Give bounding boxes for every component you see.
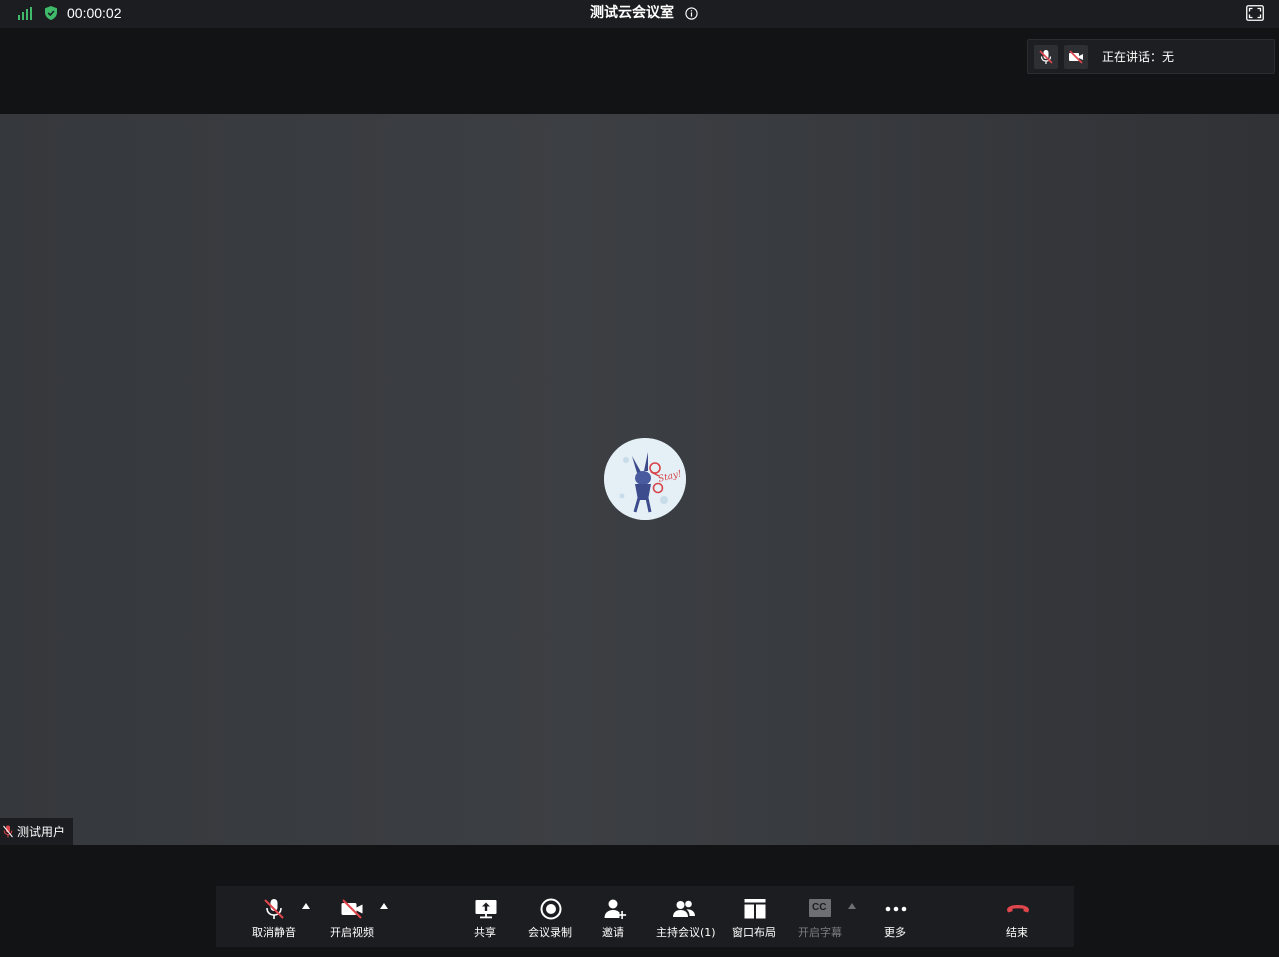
participant-name: 测试用户 bbox=[17, 825, 66, 839]
camera-off-icon bbox=[1069, 50, 1083, 64]
more-label: 更多 bbox=[884, 926, 906, 939]
fullscreen-icon[interactable] bbox=[1246, 5, 1264, 21]
captions-icon-text: CC bbox=[812, 902, 827, 913]
captions-label: 开启字幕 bbox=[798, 926, 842, 939]
panel-camera-button[interactable] bbox=[1064, 45, 1088, 69]
host-meeting-label: 主持会议(1) bbox=[656, 926, 716, 939]
speaking-label: 正在讲话： bbox=[1102, 50, 1163, 64]
start-video-button[interactable]: 开启视频 bbox=[330, 886, 390, 947]
window-layout-label: 窗口布局 bbox=[732, 926, 776, 939]
share-label: 共享 bbox=[474, 926, 496, 939]
record-button[interactable]: 会议录制 bbox=[528, 886, 574, 947]
invite-button[interactable]: 邀请 bbox=[602, 886, 628, 947]
record-icon bbox=[540, 898, 562, 920]
end-meeting-button[interactable]: 结束 bbox=[1004, 886, 1032, 947]
captions-options-arrow[interactable] bbox=[848, 903, 856, 909]
end-meeting-label: 结束 bbox=[1006, 926, 1028, 939]
screen-share-icon bbox=[475, 900, 497, 919]
more-dots-icon bbox=[885, 906, 907, 912]
meeting-timer: 00:00:02 bbox=[67, 5, 122, 21]
invite-label: 邀请 bbox=[602, 926, 624, 939]
add-user-icon bbox=[604, 899, 627, 919]
participant-label: 测试用户 bbox=[0, 818, 73, 845]
participants-icon bbox=[673, 900, 695, 917]
shield-check-icon bbox=[45, 6, 57, 20]
mic-muted-icon bbox=[3, 825, 13, 838]
speaking-value: 无 bbox=[1162, 50, 1175, 64]
camera-off-icon bbox=[341, 899, 363, 919]
audio-options-arrow[interactable] bbox=[302, 903, 310, 909]
unmute-button[interactable]: 取消静音 bbox=[252, 886, 312, 947]
layout-icon bbox=[744, 899, 766, 919]
speaking-status: 正在讲话：无 bbox=[1102, 49, 1174, 65]
user-avatar: Stay! bbox=[604, 438, 686, 520]
mic-muted-icon bbox=[1039, 50, 1053, 64]
info-icon[interactable] bbox=[685, 7, 698, 20]
top-bar: 00:00:02 测试云会议室 bbox=[0, 0, 1279, 28]
speaking-panel: 正在讲话：无 bbox=[1027, 39, 1275, 74]
panel-mic-button[interactable] bbox=[1034, 45, 1058, 69]
record-label: 会议录制 bbox=[528, 926, 572, 939]
unmute-label: 取消静音 bbox=[252, 926, 296, 939]
start-video-label: 开启视频 bbox=[330, 926, 374, 939]
meeting-title: 测试云会议室 bbox=[590, 5, 674, 21]
captions-button[interactable]: CC 开启字幕 bbox=[798, 886, 844, 947]
meeting-toolbar: 取消静音 开启视频 共享 会议录制 邀请 主持会议(1) 窗口布局 CC 开启字… bbox=[216, 886, 1074, 947]
window-layout-button[interactable]: 窗口布局 bbox=[732, 886, 778, 947]
signal-icon bbox=[18, 7, 32, 20]
main-video-area[interactable]: Stay! 测试用户 bbox=[0, 114, 1279, 845]
more-button[interactable]: 更多 bbox=[882, 886, 910, 947]
mic-muted-icon bbox=[264, 899, 284, 919]
hang-up-icon bbox=[1007, 905, 1029, 913]
share-button[interactable]: 共享 bbox=[472, 886, 500, 947]
captions-icon: CC bbox=[809, 899, 831, 917]
video-options-arrow[interactable] bbox=[380, 903, 388, 909]
host-meeting-button[interactable]: 主持会议(1) bbox=[656, 886, 716, 947]
